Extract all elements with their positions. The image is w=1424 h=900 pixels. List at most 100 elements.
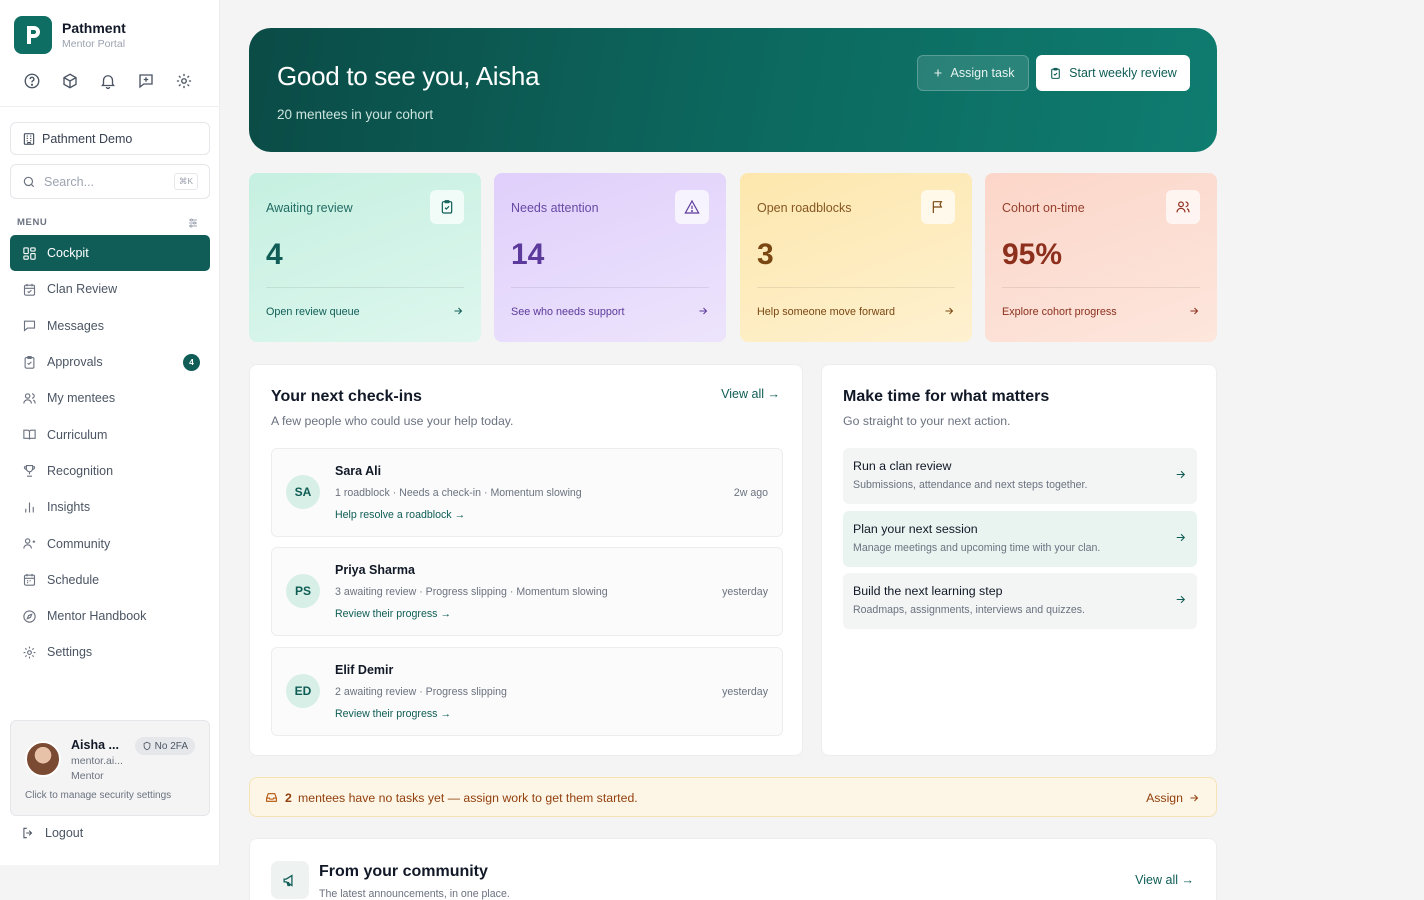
sliders-icon[interactable] [187,216,199,234]
stat-card-cohort-on-time[interactable]: Cohort on-time 95% Explore cohort progre… [985,173,1217,342]
book-open-icon [21,427,37,443]
sidebar-item-recognition[interactable]: Recognition [10,453,210,489]
sidebar-item-label: Approvals [47,355,103,370]
stat-value: 95% [1002,238,1063,271]
message-icon [21,318,37,334]
no-tasks-banner: 2 mentees have no tasks yet — assign wor… [249,777,1217,817]
action-description: Roadmaps, assignments, interviews and qu… [853,604,1085,616]
search-shortcut: ⌘K [173,173,198,190]
calendar-icon [21,572,37,588]
sidebar-item-curriculum[interactable]: Curriculum [10,416,210,452]
sidebar-item-label: Clan Review [47,282,118,297]
mentee-name: Sara Ali [335,464,382,478]
community-view-all-link[interactable]: View all → [1135,873,1194,887]
start-weekly-review-button[interactable]: Start weekly review [1036,55,1190,91]
action-build-learning-step[interactable]: Build the next learning step Roadmaps, a… [843,573,1197,629]
stat-card-open-roadblocks[interactable]: Open roadblocks 3 Help someone move forw… [740,173,972,342]
mentee-action-link[interactable]: Review their progress → [335,708,451,720]
logout-label: Logout [45,826,84,840]
action-title: Run a clan review [853,459,952,473]
stat-link[interactable]: See who needs support [511,306,624,318]
sidebar-item-my-mentees[interactable]: My mentees [10,380,210,416]
arrow-right-icon [1174,531,1187,549]
search-input[interactable]: Search... ⌘K [10,164,210,199]
sidebar-item-label: Insights [47,500,91,515]
stat-divider [757,287,955,288]
user-card[interactable]: Aisha ... mentor.ai... Mentor No 2FA Cli… [10,720,210,816]
stat-divider [266,287,464,288]
checkins-subtitle: A few people who could use your help tod… [271,414,514,428]
sidebar-item-messages[interactable]: Messages [10,308,210,344]
sidebar: Pathment Mentor Portal Pathment Demo Sea… [0,0,220,865]
sidebar-item-mentor-handbook[interactable]: Mentor Handbook [10,598,210,634]
list-item[interactable]: PS Priya Sharma 3 awaiting review · Prog… [271,547,783,636]
stat-value: 3 [757,238,774,271]
banner-count: 2 [285,791,292,805]
action-run-clan-review[interactable]: Run a clan review Submissions, attendanc… [843,448,1197,504]
quick-actions-panel: Make time for what matters Go straight t… [821,364,1217,756]
sidebar-item-label: Mentor Handbook [47,609,147,624]
stat-value: 14 [511,238,545,271]
flag-icon [921,190,955,224]
stat-link[interactable]: Explore cohort progress [1002,306,1117,318]
logout-button[interactable]: Logout [21,826,83,840]
action-plan-next-session[interactable]: Plan your next session Manage meetings a… [843,511,1197,567]
mentee-name: Priya Sharma [335,563,415,577]
bell-icon[interactable] [98,71,118,91]
assign-task-button[interactable]: Assign task [917,55,1029,91]
help-icon[interactable] [22,71,42,91]
arrow-right-icon[interactable] [1188,304,1200,322]
sidebar-item-approvals[interactable]: Approvals 4 [10,344,210,380]
stat-value: 4 [266,238,283,271]
sidebar-item-schedule[interactable]: Schedule [10,562,210,598]
mentee-meta: 3 awaiting review · Progress slipping · … [335,586,608,598]
no-2fa-badge: No 2FA [134,737,195,755]
arrow-right-icon [1174,593,1187,611]
stat-label: Open roadblocks [757,201,852,215]
community-title: From your community [319,863,488,880]
shield-icon [143,741,150,751]
pathment-logo-icon [14,16,52,54]
settings-gear-icon[interactable] [174,71,194,91]
box-icon[interactable] [60,71,80,91]
compass-icon [21,608,37,624]
stat-card-awaiting-review[interactable]: Awaiting review 4 Open review queue [249,173,481,342]
sidebar-item-insights[interactable]: Insights [10,489,210,525]
page-title: Good to see you, Aisha [277,61,540,91]
top-icon-bar [22,71,194,91]
stat-divider [1002,287,1200,288]
settings-icon [21,644,37,660]
inbox-icon [265,791,278,809]
sidebar-item-cockpit[interactable]: Cockpit [10,235,210,272]
arrow-right-icon[interactable] [452,304,464,322]
mentee-action-link[interactable]: Review their progress → [335,608,451,620]
checkins-view-all-link[interactable]: View all → [721,387,780,401]
welcome-hero: Good to see you, Aisha 20 mentees in you… [249,28,1217,152]
feedback-icon[interactable] [136,71,156,91]
sidebar-item-label: Community [47,536,111,551]
sidebar-item-clan-review[interactable]: Clan Review [10,271,210,307]
arrow-right-icon[interactable] [943,304,955,322]
building-icon [23,132,35,145]
arrow-right-icon[interactable] [697,304,709,322]
list-item[interactable]: ED Elif Demir 2 awaiting review · Progre… [271,647,783,736]
stat-card-needs-attention[interactable]: Needs attention 14 See who needs support [494,173,726,342]
search-icon [23,176,35,187]
list-item[interactable]: SA Sara Ali 1 roadblock · Needs a check-… [271,448,783,537]
user-email: mentor.ai... [71,755,123,767]
stat-link[interactable]: Help someone move forward [757,306,895,318]
mentee-time: 2w ago [733,487,768,499]
sidebar-item-label: Curriculum [47,427,108,442]
search-placeholder: Search... [44,174,95,189]
mentee-meta: 1 roadblock · Needs a check-in · Momentu… [335,487,582,499]
sidebar-item-settings[interactable]: Settings [10,634,210,670]
action-description: Submissions, attendance and next steps t… [853,479,1088,491]
banner-assign-link[interactable]: Assign [1146,791,1200,805]
mentee-action-link[interactable]: Help resolve a roadblock → [335,509,465,521]
action-description: Manage meetings and upcoming time with y… [853,542,1101,554]
stat-link[interactable]: Open review queue [266,306,360,318]
sidebar-item-community[interactable]: Community [10,525,210,561]
brand[interactable]: Pathment Mentor Portal [14,16,126,54]
org-switcher[interactable]: Pathment Demo [10,122,210,155]
calendar-check-icon [21,281,37,297]
